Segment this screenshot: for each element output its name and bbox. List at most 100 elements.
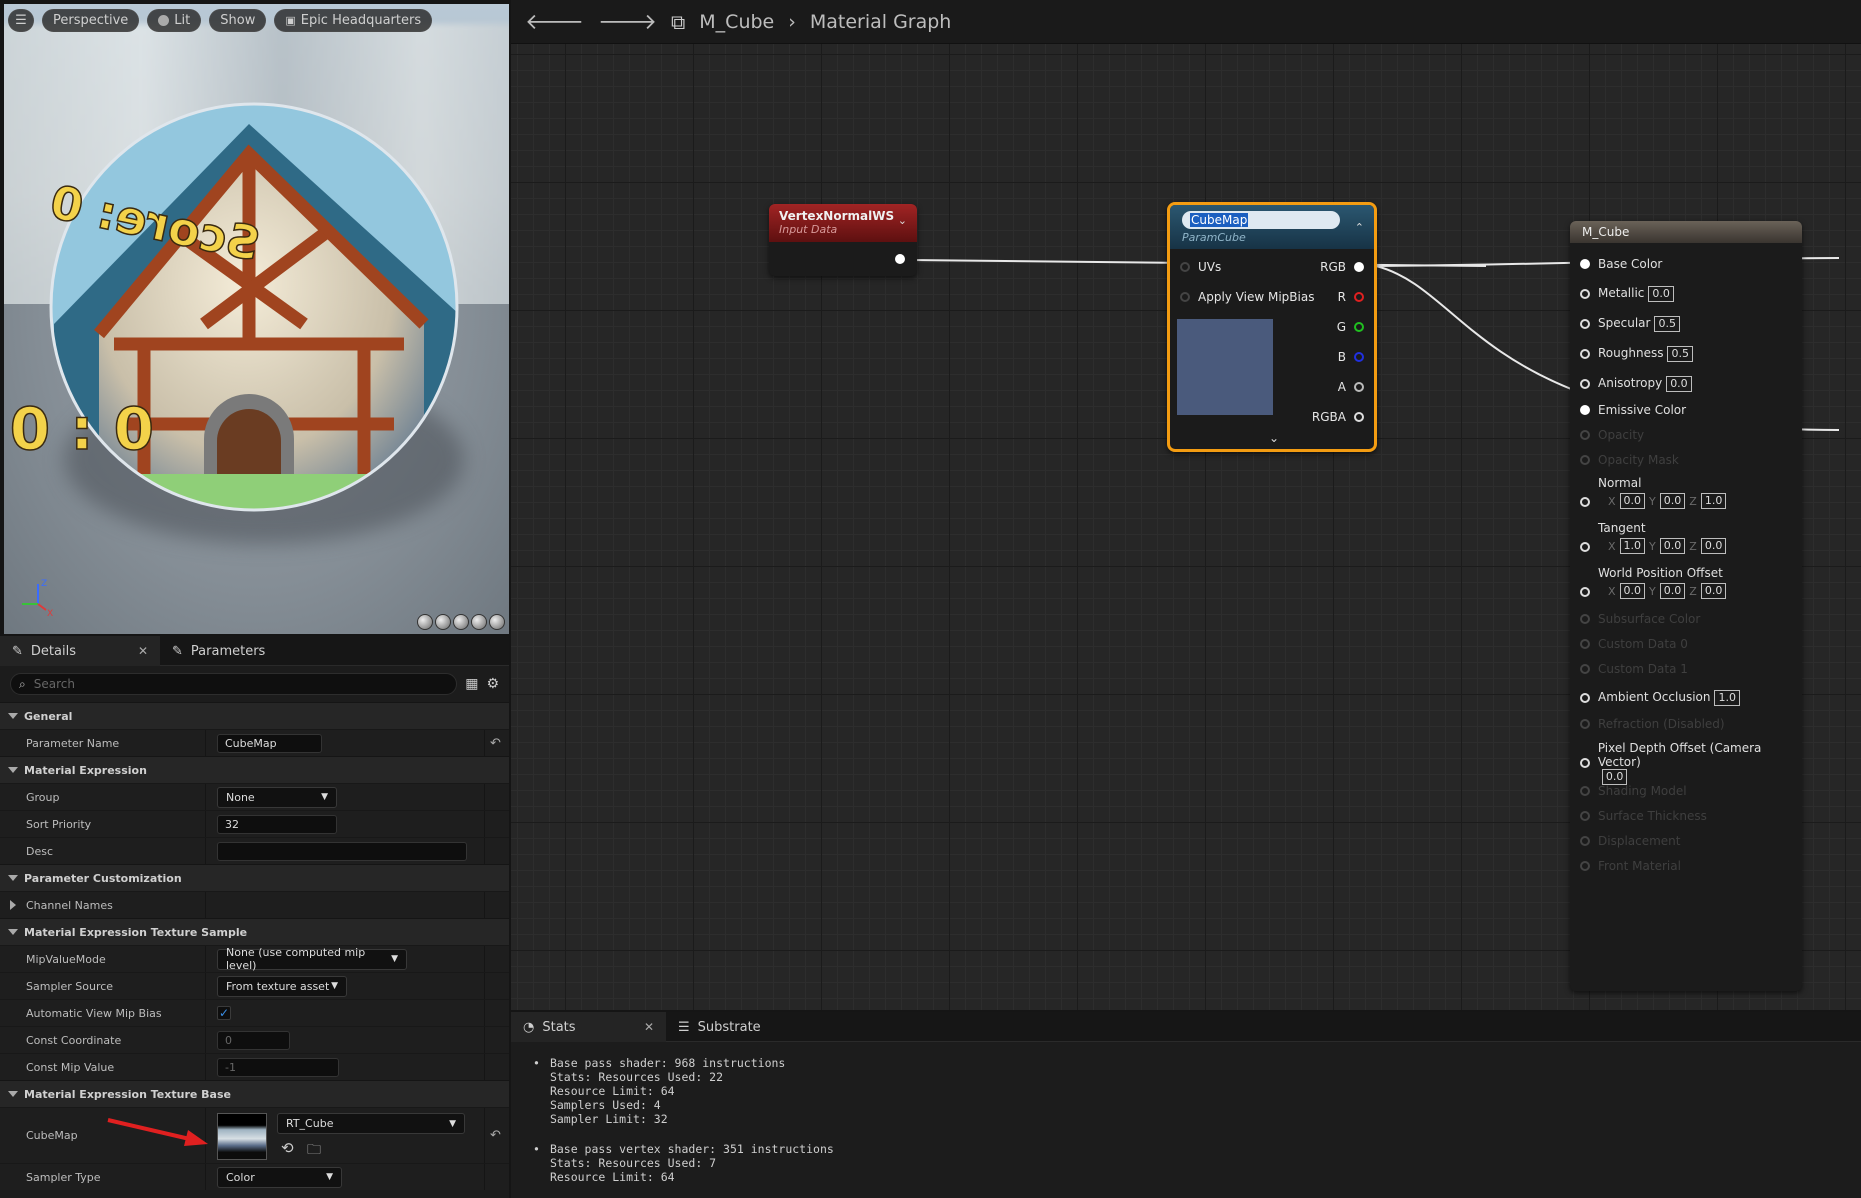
g-output-pin[interactable]: G (1337, 320, 1364, 334)
parameter-name-input[interactable]: CubeMap (217, 733, 322, 753)
close-tab-icon[interactable]: ✕ (138, 644, 148, 658)
material-pin-normal[interactable]: Normal X 0.0 Y 0.0 Z 1.0 (1580, 476, 1727, 509)
expand-preview-chevron-icon[interactable]: ⌄ (1269, 431, 1279, 445)
preview-scene-button[interactable]: ▣ Epic Headquarters (274, 8, 433, 32)
material-pin-world-position-offset[interactable]: World Position Offset X 0.0 Y 0.0 Z 0.0 (1580, 566, 1727, 599)
material-pin-specular[interactable]: Specular 0.5 (1580, 316, 1680, 332)
pin-x-value[interactable]: 0.0 (1619, 493, 1646, 509)
tab-details[interactable]: ✎ Details ✕ (0, 636, 160, 666)
viewport-menu-button[interactable]: ☰ (8, 8, 34, 32)
section-texture-sample[interactable]: Material Expression Texture Sample (0, 918, 509, 945)
collapse-chevron-icon[interactable]: ⌃ (1355, 221, 1364, 234)
pin-y-value[interactable]: 0.0 (1659, 538, 1686, 554)
sphere-count-text: 0 : 0 (10, 395, 154, 463)
param-name-field[interactable]: CubeMap (1182, 211, 1340, 229)
auto-view-mip-bias-row: Automatic View Mip Bias ✓ (0, 999, 509, 1026)
input-pin-icon (1580, 786, 1590, 796)
cylinder-preview-icon[interactable] (417, 614, 433, 630)
table-view-icon[interactable]: ▦ (465, 676, 478, 692)
tab-stats[interactable]: ◔ Stats ✕ (511, 1012, 666, 1042)
material-pin-shading-model: Shading Model (1580, 784, 1687, 798)
rgba-output-pin[interactable]: RGBA (1312, 410, 1364, 424)
pin-default-value[interactable]: 0.0 (1648, 286, 1674, 302)
pin-default-value[interactable]: 0.5 (1667, 346, 1693, 362)
sampler-type-dropdown[interactable]: Color ▼ (217, 1166, 342, 1188)
pin-z-value[interactable]: 0.0 (1700, 538, 1727, 554)
pin-x-value[interactable]: 0.0 (1619, 583, 1646, 599)
teapot-preview-icon[interactable] (489, 614, 505, 630)
pin-label: Base Color (1598, 257, 1663, 271)
b-output-pin[interactable]: B (1338, 350, 1364, 364)
input-pin-icon (1580, 811, 1590, 821)
axis-gizmo: Z X (22, 579, 53, 618)
collapse-chevron-icon[interactable]: ⌄ (898, 214, 907, 227)
auto-view-mip-bias-checkbox[interactable]: ✓ (217, 1006, 231, 1020)
material-pin-pixel-depth-offset-camera-vector[interactable]: Pixel Depth Offset (Camera Vector) 0.0 (1580, 741, 1802, 785)
details-search-input[interactable]: ⌕ Search (10, 673, 458, 695)
pin-z-value[interactable]: 0.0 (1700, 583, 1727, 599)
material-preview-viewport[interactable]: Score: 0 0 : 0 ☰ Perspective Lit Show ▣ E… (4, 4, 509, 634)
perspective-button[interactable]: Perspective (42, 8, 140, 32)
cubemap-asset-dropdown[interactable]: RT_Cube ▼ (277, 1113, 465, 1134)
r-output-pin[interactable]: R (1338, 290, 1364, 304)
sort-priority-input[interactable]: 32 (217, 814, 337, 834)
pin-default-value[interactable]: 0.0 (1601, 769, 1628, 785)
browse-asset-icon[interactable]: 🗀 (307, 1139, 321, 1163)
apply-view-mipbias-input-pin[interactable]: Apply View MipBias (1180, 290, 1314, 304)
material-pin-metallic[interactable]: Metallic 0.0 (1580, 286, 1674, 302)
lit-sphere-icon (158, 14, 170, 26)
sphere-preview-icon[interactable] (435, 614, 451, 630)
section-parameter-customization[interactable]: Parameter Customization (0, 864, 509, 891)
pin-x-value[interactable]: 1.0 (1619, 538, 1646, 554)
chevron-down-icon: ▼ (391, 954, 398, 964)
pin-z-value[interactable]: 1.0 (1700, 493, 1727, 509)
reset-to-default-icon[interactable]: ↶ (490, 736, 501, 751)
pin-default-value[interactable]: 1.0 (1714, 690, 1740, 706)
const-mip-value-input[interactable]: -1 (217, 1057, 339, 1077)
plane-preview-icon[interactable] (453, 614, 469, 630)
cube-preview-icon[interactable] (471, 614, 487, 630)
cubemap-param-node[interactable]: CubeMap ParamCube ⌃ UVs Apply View MipBi… (1167, 202, 1377, 452)
tab-parameters[interactable]: ✎ Parameters (160, 636, 277, 666)
material-pin-roughness[interactable]: Roughness 0.5 (1580, 346, 1693, 362)
a-output-pin[interactable]: A (1338, 380, 1364, 394)
pin-default-value[interactable]: 0.5 (1654, 316, 1680, 332)
expand-arrow-icon[interactable] (10, 900, 16, 910)
pin-y-value[interactable]: 0.0 (1659, 583, 1686, 599)
section-material-expression[interactable]: Material Expression (0, 756, 509, 783)
show-button[interactable]: Show (209, 8, 267, 32)
channel-names-row[interactable]: Channel Names (0, 891, 509, 918)
uvs-input-pin[interactable]: UVs (1180, 260, 1221, 274)
material-pin-tangent[interactable]: Tangent X 1.0 Y 0.0 Z 0.0 (1580, 521, 1727, 554)
sampler-type-row: Sampler Type Color ▼ (0, 1163, 509, 1190)
pin-default-value[interactable]: 0.0 (1666, 376, 1692, 392)
lit-button[interactable]: Lit (147, 8, 202, 32)
material-pin-opacity-mask: Opacity Mask (1580, 453, 1679, 467)
material-pin-base-color[interactable]: Base Color (1580, 257, 1662, 271)
pin-label: Opacity Mask (1598, 453, 1679, 467)
reset-to-default-icon[interactable]: ↶ (490, 1128, 501, 1143)
close-tab-icon[interactable]: ✕ (644, 1020, 654, 1034)
group-dropdown[interactable]: None ▼ (217, 786, 337, 808)
const-coordinate-input[interactable]: 0 (217, 1030, 290, 1050)
material-pin-anisotropy[interactable]: Anisotropy 0.0 (1580, 376, 1692, 392)
use-selected-asset-icon[interactable]: ⟲ (281, 1139, 294, 1157)
material-output-node[interactable]: M_Cube Base Color Metallic 0.0 Specular 0.5 R… (1570, 221, 1802, 991)
material-pin-emissive-color[interactable]: Emissive Color (1580, 403, 1686, 417)
section-texture-base[interactable]: Material Expression Texture Base (0, 1080, 509, 1107)
material-pin-ambient-occlusion[interactable]: Ambient Occlusion 1.0 (1580, 690, 1740, 706)
pin-label: Custom Data 0 (1598, 637, 1688, 651)
tab-substrate[interactable]: ☰ Substrate (666, 1012, 773, 1042)
gear-icon[interactable]: ⚙ (486, 676, 499, 692)
section-general[interactable]: General (0, 702, 509, 729)
desc-input[interactable] (217, 841, 467, 861)
sampler-source-dropdown[interactable]: From texture asset ▼ (217, 975, 347, 997)
cubemap-thumbnail[interactable] (217, 1113, 267, 1160)
pin-y-value[interactable]: 0.0 (1659, 493, 1686, 509)
material-graph-canvas[interactable]: 🡐 🡒 ⧉ M_Cube › Material Graph VertexNorm… (511, 0, 1861, 1010)
vertex-output-pin[interactable] (895, 254, 905, 264)
rgb-output-pin[interactable]: RGB (1320, 260, 1364, 274)
mip-value-mode-dropdown[interactable]: None (use computed mip level) ▼ (217, 946, 407, 972)
chevron-down-icon: ▼ (331, 981, 338, 991)
vertex-normal-ws-node[interactable]: VertexNormalWS Input Data ⌄ (769, 204, 917, 276)
